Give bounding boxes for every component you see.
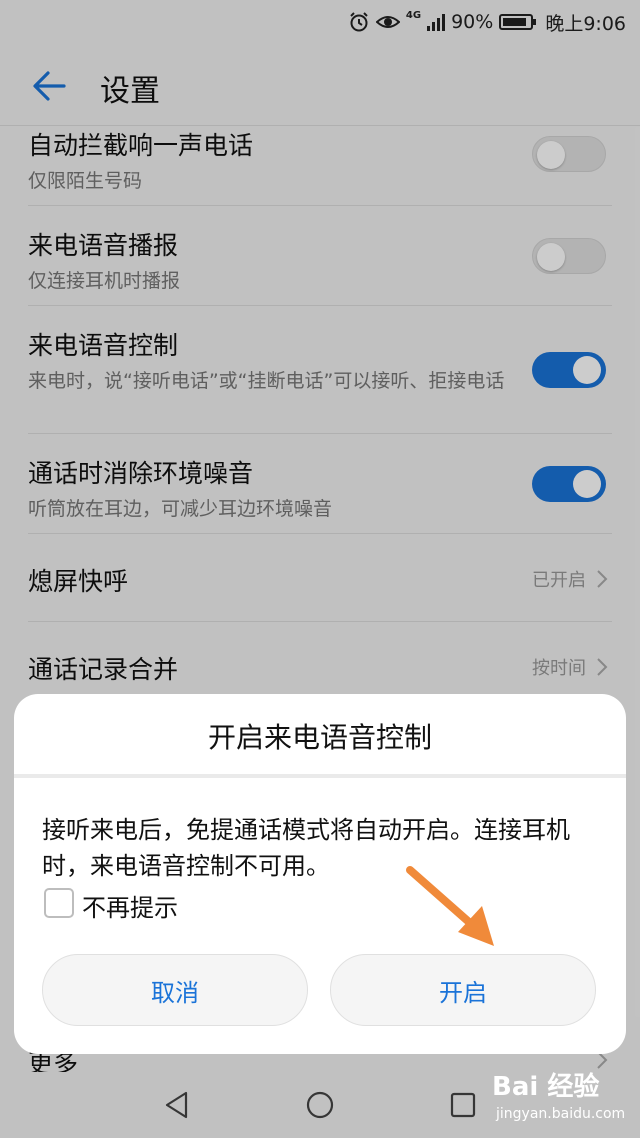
confirm-button[interactable]: 开启 — [330, 954, 596, 1026]
dialog-divider — [14, 774, 626, 778]
cancel-button[interactable]: 取消 — [42, 954, 308, 1026]
watermark-url: jingyan.baidu.com — [496, 1106, 626, 1122]
dialog-message: 接听来电后，免提通话模式将自动开启。连接耳机时，来电语音控制不可用。 — [42, 816, 570, 880]
dialog-title: 开启来电语音控制 — [207, 721, 432, 754]
baidu-watermark: Bai 经验 jingyan.baidu.com — [492, 1066, 626, 1132]
watermark-brand: Bai 经验 — [492, 1072, 600, 1102]
dont-remind-checkbox[interactable] — [44, 888, 74, 918]
dont-remind-label[interactable]: 不再提示 — [82, 888, 178, 923]
confirm-dialog: 开启来电语音控制 接听来电后，免提通话模式将自动开启。连接耳机时，来电语音控制不… — [14, 694, 626, 1054]
